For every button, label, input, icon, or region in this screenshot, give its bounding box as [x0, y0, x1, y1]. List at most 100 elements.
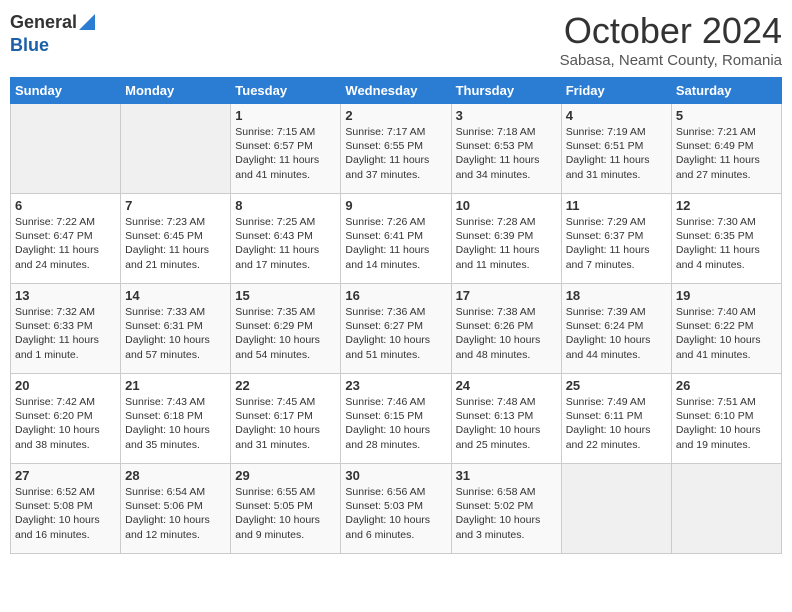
- day-info: Sunrise: 6:58 AM Sunset: 5:02 PM Dayligh…: [456, 485, 557, 542]
- day-info: Sunrise: 6:55 AM Sunset: 5:05 PM Dayligh…: [235, 485, 336, 542]
- day-number: 8: [235, 198, 336, 213]
- calendar-cell: 24 Sunrise: 7:48 AM Sunset: 6:13 PM Dayli…: [451, 374, 561, 464]
- day-number: 7: [125, 198, 226, 213]
- calendar-header-monday: Monday: [121, 78, 231, 104]
- calendar-cell: [671, 464, 781, 554]
- day-number: 9: [345, 198, 446, 213]
- day-number: 18: [566, 288, 667, 303]
- day-info: Sunrise: 7:40 AM Sunset: 6:22 PM Dayligh…: [676, 305, 777, 362]
- day-info: Sunrise: 7:33 AM Sunset: 6:31 PM Dayligh…: [125, 305, 226, 362]
- day-info: Sunrise: 7:18 AM Sunset: 6:53 PM Dayligh…: [456, 125, 557, 182]
- calendar-week-2: 6 Sunrise: 7:22 AM Sunset: 6:47 PM Daylig…: [11, 194, 782, 284]
- calendar-cell: 30 Sunrise: 6:56 AM Sunset: 5:03 PM Dayli…: [341, 464, 451, 554]
- calendar-cell: 13Sunrise: 7:32 AM Sunset: 6:33 PM Dayli…: [11, 284, 121, 374]
- day-info: Sunrise: 7:36 AM Sunset: 6:27 PM Dayligh…: [345, 305, 446, 362]
- calendar-cell: [121, 104, 231, 194]
- day-number: 19: [676, 288, 777, 303]
- title-section: October 2024 Sabasa, Neamt County, Roman…: [560, 10, 782, 69]
- day-number: 3: [456, 108, 557, 123]
- calendar-week-5: 27 Sunrise: 6:52 AM Sunset: 5:08 PM Dayli…: [11, 464, 782, 554]
- day-info: Sunrise: 7:25 AM Sunset: 6:43 PM Dayligh…: [235, 215, 336, 272]
- day-number: 26: [676, 378, 777, 393]
- logo-general-text: General: [10, 12, 77, 33]
- day-info: Sunrise: 7:42 AM Sunset: 6:20 PM Dayligh…: [15, 395, 116, 452]
- calendar-cell: 11 Sunrise: 7:29 AM Sunset: 6:37 PM Dayli…: [561, 194, 671, 284]
- day-info: Sunrise: 7:32 AM Sunset: 6:33 PM Dayligh…: [15, 305, 116, 362]
- day-number: 4: [566, 108, 667, 123]
- calendar-cell: 14 Sunrise: 7:33 AM Sunset: 6:31 PM Dayli…: [121, 284, 231, 374]
- calendar-cell: 1Sunrise: 7:15 AM Sunset: 6:57 PM Daylig…: [231, 104, 341, 194]
- logo-icon: [79, 10, 95, 30]
- day-number: 2: [345, 108, 446, 123]
- day-info: Sunrise: 7:45 AM Sunset: 6:17 PM Dayligh…: [235, 395, 336, 452]
- day-number: 21: [125, 378, 226, 393]
- day-info: Sunrise: 7:43 AM Sunset: 6:18 PM Dayligh…: [125, 395, 226, 452]
- calendar-cell: 2 Sunrise: 7:17 AM Sunset: 6:55 PM Daylig…: [341, 104, 451, 194]
- day-info: Sunrise: 7:17 AM Sunset: 6:55 PM Dayligh…: [345, 125, 446, 182]
- day-number: 5: [676, 108, 777, 123]
- calendar-week-1: 1Sunrise: 7:15 AM Sunset: 6:57 PM Daylig…: [11, 104, 782, 194]
- calendar-week-4: 20Sunrise: 7:42 AM Sunset: 6:20 PM Dayli…: [11, 374, 782, 464]
- calendar-cell: 3 Sunrise: 7:18 AM Sunset: 6:53 PM Daylig…: [451, 104, 561, 194]
- calendar-cell: 5 Sunrise: 7:21 AM Sunset: 6:49 PM Daylig…: [671, 104, 781, 194]
- calendar-week-3: 13Sunrise: 7:32 AM Sunset: 6:33 PM Dayli…: [11, 284, 782, 374]
- calendar-header-friday: Friday: [561, 78, 671, 104]
- day-number: 15: [235, 288, 336, 303]
- month-title: October 2024: [560, 10, 782, 52]
- day-number: 16: [345, 288, 446, 303]
- day-info: Sunrise: 6:54 AM Sunset: 5:06 PM Dayligh…: [125, 485, 226, 542]
- day-number: 25: [566, 378, 667, 393]
- calendar-cell: 15 Sunrise: 7:35 AM Sunset: 6:29 PM Dayli…: [231, 284, 341, 374]
- calendar-table: SundayMondayTuesdayWednesdayThursdayFrid…: [10, 77, 782, 554]
- day-number: 23: [345, 378, 446, 393]
- logo-blue-text: Blue: [10, 35, 49, 55]
- calendar-cell: 25 Sunrise: 7:49 AM Sunset: 6:11 PM Dayli…: [561, 374, 671, 464]
- calendar-header-wednesday: Wednesday: [341, 78, 451, 104]
- calendar-cell: 9 Sunrise: 7:26 AM Sunset: 6:41 PM Daylig…: [341, 194, 451, 284]
- calendar-cell: 23 Sunrise: 7:46 AM Sunset: 6:15 PM Dayli…: [341, 374, 451, 464]
- day-info: Sunrise: 7:30 AM Sunset: 6:35 PM Dayligh…: [676, 215, 777, 272]
- day-info: Sunrise: 7:38 AM Sunset: 6:26 PM Dayligh…: [456, 305, 557, 362]
- calendar-header-tuesday: Tuesday: [231, 78, 341, 104]
- calendar-header-saturday: Saturday: [671, 78, 781, 104]
- day-info: Sunrise: 6:52 AM Sunset: 5:08 PM Dayligh…: [15, 485, 116, 542]
- calendar-cell: 6 Sunrise: 7:22 AM Sunset: 6:47 PM Daylig…: [11, 194, 121, 284]
- calendar-cell: 22 Sunrise: 7:45 AM Sunset: 6:17 PM Dayli…: [231, 374, 341, 464]
- day-info: Sunrise: 7:39 AM Sunset: 6:24 PM Dayligh…: [566, 305, 667, 362]
- day-number: 12: [676, 198, 777, 213]
- day-info: Sunrise: 7:19 AM Sunset: 6:51 PM Dayligh…: [566, 125, 667, 182]
- calendar-cell: 8 Sunrise: 7:25 AM Sunset: 6:43 PM Daylig…: [231, 194, 341, 284]
- day-number: 22: [235, 378, 336, 393]
- day-info: Sunrise: 7:23 AM Sunset: 6:45 PM Dayligh…: [125, 215, 226, 272]
- day-number: 6: [15, 198, 116, 213]
- calendar-header-row: SundayMondayTuesdayWednesdayThursdayFrid…: [11, 78, 782, 104]
- day-info: Sunrise: 7:51 AM Sunset: 6:10 PM Dayligh…: [676, 395, 777, 452]
- day-info: Sunrise: 7:48 AM Sunset: 6:13 PM Dayligh…: [456, 395, 557, 452]
- day-number: 29: [235, 468, 336, 483]
- day-info: Sunrise: 7:46 AM Sunset: 6:15 PM Dayligh…: [345, 395, 446, 452]
- day-number: 14: [125, 288, 226, 303]
- day-number: 30: [345, 468, 446, 483]
- day-number: 1: [235, 108, 336, 123]
- calendar-cell: 12 Sunrise: 7:30 AM Sunset: 6:35 PM Dayli…: [671, 194, 781, 284]
- calendar-cell: 31Sunrise: 6:58 AM Sunset: 5:02 PM Dayli…: [451, 464, 561, 554]
- calendar-cell: 10Sunrise: 7:28 AM Sunset: 6:39 PM Dayli…: [451, 194, 561, 284]
- calendar-cell: [561, 464, 671, 554]
- day-info: Sunrise: 6:56 AM Sunset: 5:03 PM Dayligh…: [345, 485, 446, 542]
- calendar-header-thursday: Thursday: [451, 78, 561, 104]
- day-info: Sunrise: 7:21 AM Sunset: 6:49 PM Dayligh…: [676, 125, 777, 182]
- calendar-header-sunday: Sunday: [11, 78, 121, 104]
- calendar-cell: 26 Sunrise: 7:51 AM Sunset: 6:10 PM Dayli…: [671, 374, 781, 464]
- day-number: 27: [15, 468, 116, 483]
- day-info: Sunrise: 7:26 AM Sunset: 6:41 PM Dayligh…: [345, 215, 446, 272]
- day-number: 11: [566, 198, 667, 213]
- day-info: Sunrise: 7:29 AM Sunset: 6:37 PM Dayligh…: [566, 215, 667, 272]
- calendar-cell: 7 Sunrise: 7:23 AM Sunset: 6:45 PM Daylig…: [121, 194, 231, 284]
- calendar-cell: 18 Sunrise: 7:39 AM Sunset: 6:24 PM Dayli…: [561, 284, 671, 374]
- calendar-cell: 20Sunrise: 7:42 AM Sunset: 6:20 PM Dayli…: [11, 374, 121, 464]
- page-header: General Blue October 2024 Sabasa, Neamt …: [10, 10, 782, 69]
- day-number: 24: [456, 378, 557, 393]
- day-info: Sunrise: 7:22 AM Sunset: 6:47 PM Dayligh…: [15, 215, 116, 272]
- day-info: Sunrise: 7:35 AM Sunset: 6:29 PM Dayligh…: [235, 305, 336, 362]
- day-info: Sunrise: 7:49 AM Sunset: 6:11 PM Dayligh…: [566, 395, 667, 452]
